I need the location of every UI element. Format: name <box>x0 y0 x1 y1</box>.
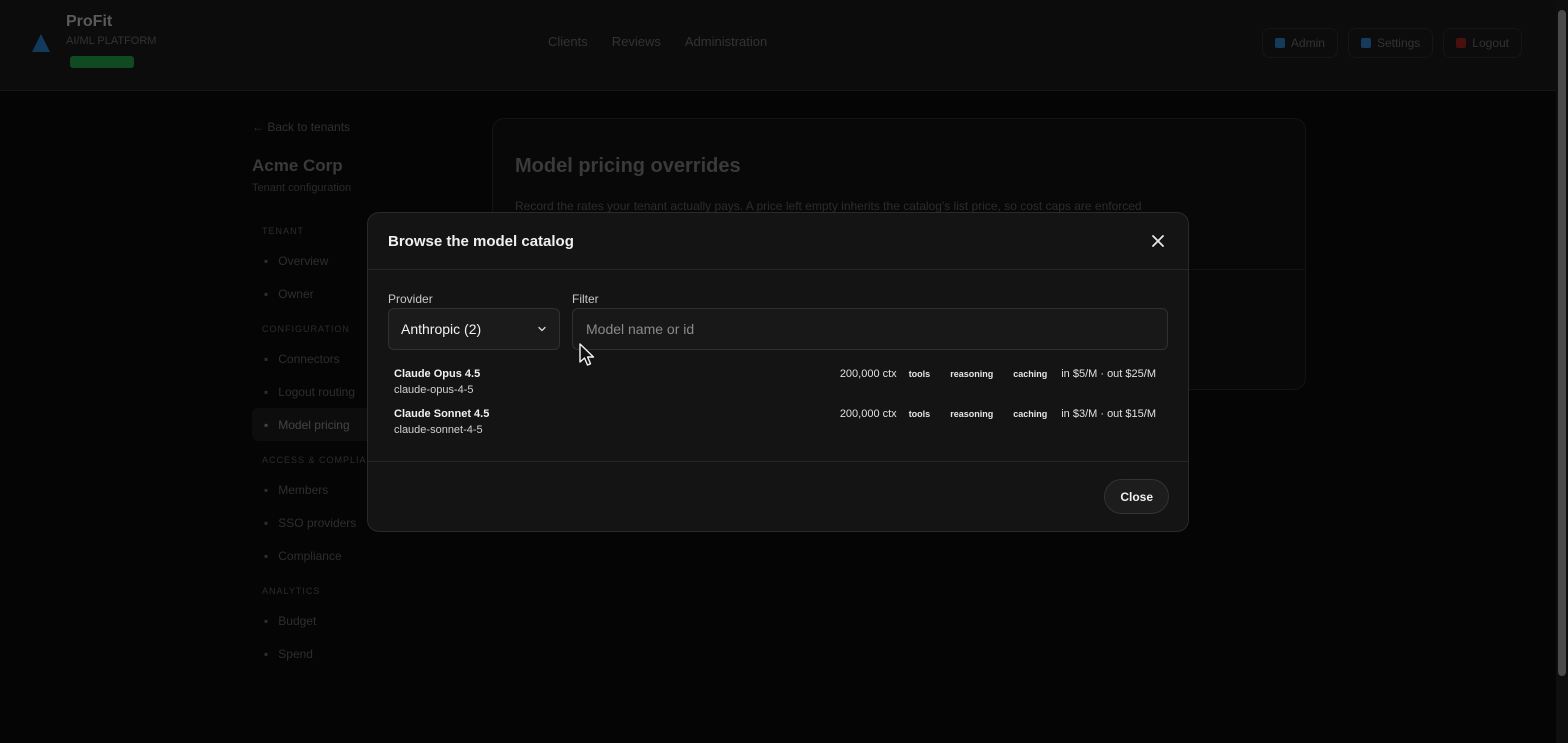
filter-input[interactable] <box>572 308 1168 350</box>
page-description: Record the rates your tenant actually pa… <box>515 199 1142 213</box>
admin-button[interactable]: Admin <box>1261 28 1338 58</box>
top-right-actions: Admin Settings Logout <box>1261 28 1522 58</box>
model-name: Claude Opus 4.5 <box>394 368 481 380</box>
dialog-header: Browse the model catalog <box>368 213 1188 270</box>
logout-icon <box>1456 38 1467 48</box>
brand-subtitle: AI/ML PLATFORM <box>66 35 157 47</box>
capability-tag: tools <box>908 409 931 419</box>
provider-label: Provider <box>388 292 433 306</box>
admin-icon <box>1274 38 1285 48</box>
dialog-title: Browse the model catalog <box>388 233 574 250</box>
mouse-cursor-icon <box>578 343 596 372</box>
model-price: in $5/M · out $25/M <box>1061 368 1156 380</box>
logout-button[interactable]: Logout <box>1443 28 1522 58</box>
settings-button[interactable]: Settings <box>1347 28 1434 58</box>
close-icon[interactable] <box>1148 231 1168 251</box>
model-row[interactable]: Claude Sonnet 4.5 claude-sonnet-4-5 200,… <box>394 408 1162 442</box>
settings-label: Settings <box>1376 36 1421 50</box>
model-id: claude-opus-4-5 <box>394 384 474 396</box>
model-context: 200,000 ctx <box>839 368 897 380</box>
capability-tag: reasoning <box>950 409 994 419</box>
sidebar-item-compliance[interactable]: ▪ Compliance <box>252 539 482 572</box>
nav-administration[interactable]: Administration <box>685 34 767 49</box>
filter-label: Filter <box>572 292 599 306</box>
page-scrollbar[interactable] <box>1556 0 1568 743</box>
close-button[interactable]: Close <box>1104 479 1169 514</box>
model-price: in $3/M · out $15/M <box>1061 408 1156 420</box>
dialog-footer: Close <box>368 461 1188 531</box>
admin-label: Admin <box>1290 36 1325 50</box>
top-bar: ProFit AI/ML PLATFORM Clients Reviews Ad… <box>0 0 1556 91</box>
nav-reviews[interactable]: Reviews <box>612 34 661 49</box>
chevron-down-icon <box>537 324 547 334</box>
sidebar-item-budget[interactable]: ▪ Budget <box>252 604 482 637</box>
scrollbar-thumb[interactable] <box>1558 10 1566 676</box>
provider-selected-value: Anthropic (2) <box>401 321 482 337</box>
tenant-subtitle: Tenant configuration <box>252 182 352 194</box>
environment-badge <box>70 56 134 68</box>
brand-logo-icon <box>28 30 54 56</box>
back-to-tenants-link[interactable]: ← Back to tenants <box>252 120 482 134</box>
model-meta: 200,000 ctx tools reasoning caching in $… <box>840 408 1156 420</box>
sidebar-group-title: ANALYTICS <box>262 586 321 596</box>
gear-icon <box>1360 38 1371 48</box>
capability-tag: caching <box>1013 369 1048 379</box>
tenant-name: Acme Corp <box>252 156 343 175</box>
logout-label: Logout <box>1472 36 1509 50</box>
model-name: Claude Sonnet 4.5 <box>394 408 490 420</box>
provider-select[interactable]: Anthropic (2) <box>388 308 560 350</box>
capability-tag: caching <box>1013 409 1048 419</box>
model-catalog-dialog: Browse the model catalog Provider Anthro… <box>367 212 1189 532</box>
model-row[interactable]: Claude Opus 4.5 claude-opus-4-5 200,000 … <box>394 368 1162 402</box>
model-meta: 200,000 ctx tools reasoning caching in $… <box>840 368 1156 380</box>
nav-clients[interactable]: Clients <box>548 34 588 49</box>
model-context: 200,000 ctx <box>839 408 897 420</box>
sidebar-item-spend[interactable]: ▪ Spend <box>252 637 482 670</box>
model-id: claude-sonnet-4-5 <box>394 424 483 436</box>
page-title: Model pricing overrides <box>515 155 741 177</box>
capability-tag: tools <box>908 369 931 379</box>
capability-tag: reasoning <box>950 369 994 379</box>
dialog-body: Provider Anthropic (2) Filter Claude Opu… <box>368 270 1188 462</box>
brand-name: ProFit <box>66 13 113 30</box>
top-nav: Clients Reviews Administration <box>548 34 767 49</box>
